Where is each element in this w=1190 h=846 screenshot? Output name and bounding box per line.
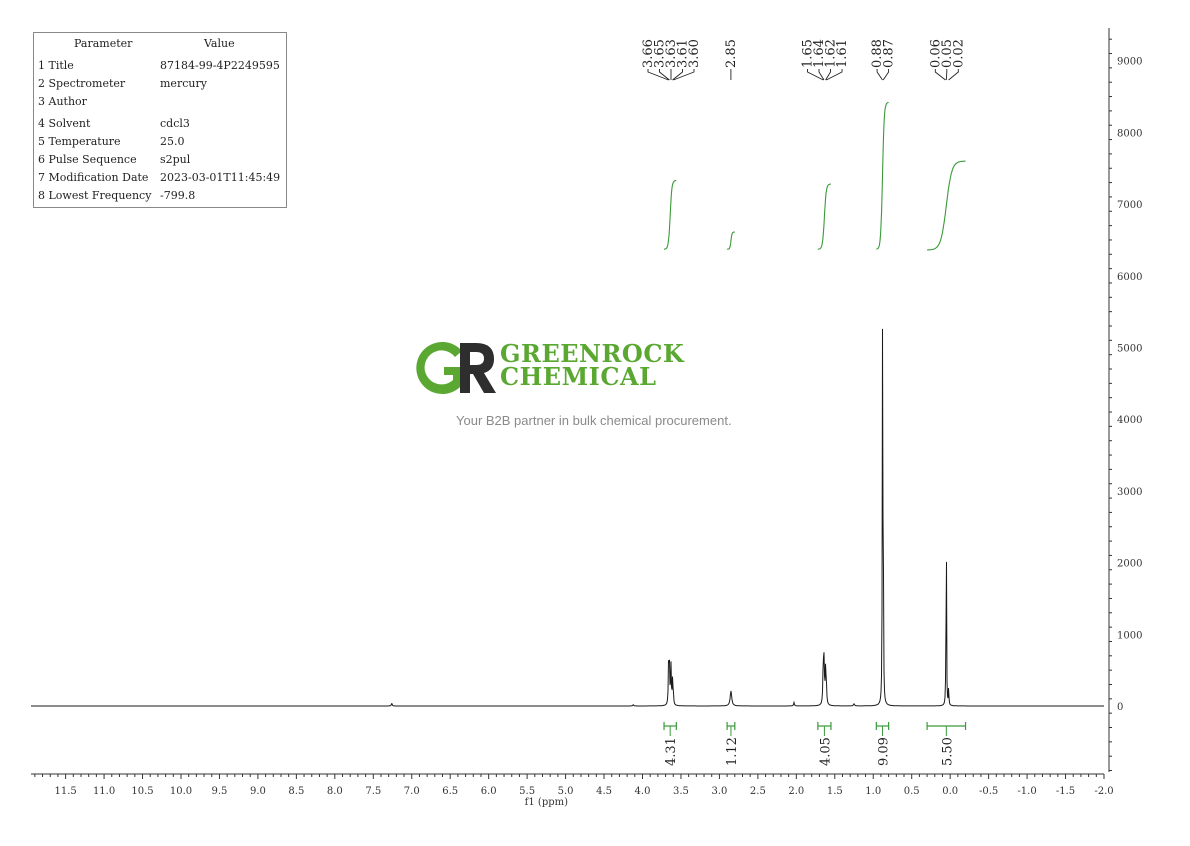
integral-curve xyxy=(817,183,831,250)
x-axis-tick-label: 8.5 xyxy=(288,786,304,797)
parameter-row: 2 Spectrometer mercury xyxy=(38,77,284,91)
parameter-value: -799.8 xyxy=(160,189,196,202)
integral-value: 4.05 xyxy=(818,737,833,766)
peak-label: 0.87 xyxy=(882,39,897,68)
y-axis-tick-label: 3000 xyxy=(1117,487,1142,498)
parameter-label: 5 Temperature xyxy=(38,135,121,148)
y-axis-tick-label: 2000 xyxy=(1117,559,1142,570)
x-axis-tick-label: 7.5 xyxy=(365,786,381,797)
x-axis-tick-label: -2.0 xyxy=(1094,786,1113,797)
x-axis-tick-label: 9.0 xyxy=(250,786,266,797)
x-axis-tick-label: 4.0 xyxy=(635,786,651,797)
x-axis-tick-label: 2.5 xyxy=(750,786,766,797)
x-axis-tick-label: 8.0 xyxy=(327,786,343,797)
parameter-value: mercury xyxy=(160,77,207,90)
parameter-label: 1 Title xyxy=(38,59,74,72)
x-axis-tick-label: 6.0 xyxy=(481,786,497,797)
parameter-value: s2pul xyxy=(160,153,191,166)
parameter-header: Parameter xyxy=(74,37,133,50)
gr-monogram-icon xyxy=(416,342,496,394)
parameter-row: 4 Solvent cdcl3 xyxy=(38,117,284,131)
x-axis-tick-label: 6.5 xyxy=(442,786,458,797)
integral-curve xyxy=(876,101,889,250)
parameter-row: 7 Modification Date 2023-03-01T11:45:49 xyxy=(38,171,284,185)
parameter-label: 7 Modification Date xyxy=(38,171,149,184)
integral-curve xyxy=(726,231,735,250)
tagline: Your B2B partner in bulk chemical procur… xyxy=(456,413,732,428)
x-axis-tick-label: 10.0 xyxy=(170,786,192,797)
greenrock-logo: GREENROCK CHEMICAL xyxy=(410,337,720,399)
x-axis-tick-label: 5.0 xyxy=(558,786,574,797)
parameter-value: 2023-03-01T11:45:49 xyxy=(160,171,281,184)
parameter-row: 5 Temperature 25.0 xyxy=(38,135,284,149)
peak-label-connector xyxy=(673,69,695,81)
parameter-row: 1 Title 87184-99-4P2249595 xyxy=(38,59,284,73)
x-axis-tick-label: 1.5 xyxy=(827,786,843,797)
value-header: Value xyxy=(204,37,235,50)
peak-label-connector xyxy=(882,69,890,81)
parameter-table-header: Parameter Value xyxy=(34,37,286,51)
integral-value: 9.09 xyxy=(876,737,891,766)
y-axis-tick-label: 0 xyxy=(1117,702,1123,713)
nmr-spectrum-figure: 3.66 3.65 3.63 3.61 3.60 2.85 1.65 1.64 1.62 1.61… xyxy=(0,0,1190,841)
parameter-label: 8 Lowest Frequency xyxy=(38,189,152,202)
x-axis-tick-label: -1.5 xyxy=(1056,786,1075,797)
peak-label-connector xyxy=(934,69,946,81)
integral-curve xyxy=(664,179,677,250)
x-axis-tick-label: 1.0 xyxy=(865,786,881,797)
x-axis-label: f1 (ppm) xyxy=(525,797,568,808)
parameter-value: 87184-99-4P2249595 xyxy=(160,59,280,72)
y-axis-tick-label: 1000 xyxy=(1117,630,1142,641)
x-axis-tick-label: -1.0 xyxy=(1017,786,1036,797)
x-axis-tick-label: 0.0 xyxy=(942,786,958,797)
x-axis-tick-label: 7.0 xyxy=(404,786,420,797)
parameter-row: 6 Pulse Sequence s2pul xyxy=(38,153,284,167)
parameter-label: 6 Pulse Sequence xyxy=(38,153,137,166)
peak-label-connector xyxy=(945,69,948,81)
y-axis-tick-label: 4000 xyxy=(1117,415,1142,426)
x-axis-tick-label: 4.5 xyxy=(596,786,612,797)
integral-curve xyxy=(927,160,966,251)
y-axis-tick-label: 6000 xyxy=(1117,272,1142,283)
x-axis-tick-label: 2.0 xyxy=(788,786,804,797)
parameter-label: 2 Spectrometer xyxy=(38,77,126,90)
x-axis-tick-label: 3.5 xyxy=(673,786,689,797)
x-axis-tick-label: 11.0 xyxy=(93,786,115,797)
parameter-table: Parameter Value 1 Title 87184-99-4P22495… xyxy=(33,32,287,208)
parameter-label: 3 Author xyxy=(38,95,87,108)
peak-label-connector xyxy=(948,69,959,81)
peak-label: 0.02 xyxy=(951,39,966,68)
x-axis-tick-label: 9.5 xyxy=(211,786,227,797)
parameter-label: 4 Solvent xyxy=(38,117,91,130)
parameter-value: 25.0 xyxy=(160,135,185,148)
y-axis-tick-label: 9000 xyxy=(1117,57,1142,68)
brand-line2: CHEMICAL xyxy=(500,362,656,391)
x-axis-tick-label: 5.5 xyxy=(519,786,535,797)
integral-value: 4.31 xyxy=(664,737,679,766)
x-axis-tick-label: 3.0 xyxy=(711,786,727,797)
y-axis-tick-label: 5000 xyxy=(1117,344,1142,355)
y-axis-tick-label: 8000 xyxy=(1117,128,1142,139)
integral-value: 1.12 xyxy=(725,737,740,766)
y-axis-tick-label: 7000 xyxy=(1117,200,1142,211)
peak-label: 2.85 xyxy=(724,39,739,68)
x-axis-tick-label: 0.5 xyxy=(904,786,920,797)
peak-label-connector xyxy=(647,69,669,81)
x-axis-tick-label: -0.5 xyxy=(979,786,998,797)
parameter-row: 3 Author xyxy=(38,95,284,109)
integral-value: 5.50 xyxy=(940,737,955,766)
x-axis-tick-label: 11.5 xyxy=(54,786,76,797)
peak-label-connector xyxy=(876,69,883,81)
peak-label: 3.60 xyxy=(687,39,702,68)
x-axis-tick-label: 10.5 xyxy=(131,786,153,797)
parameter-value: cdcl3 xyxy=(160,117,190,130)
parameter-row: 8 Lowest Frequency -799.8 xyxy=(38,189,284,203)
peak-label: 1.61 xyxy=(835,39,850,68)
